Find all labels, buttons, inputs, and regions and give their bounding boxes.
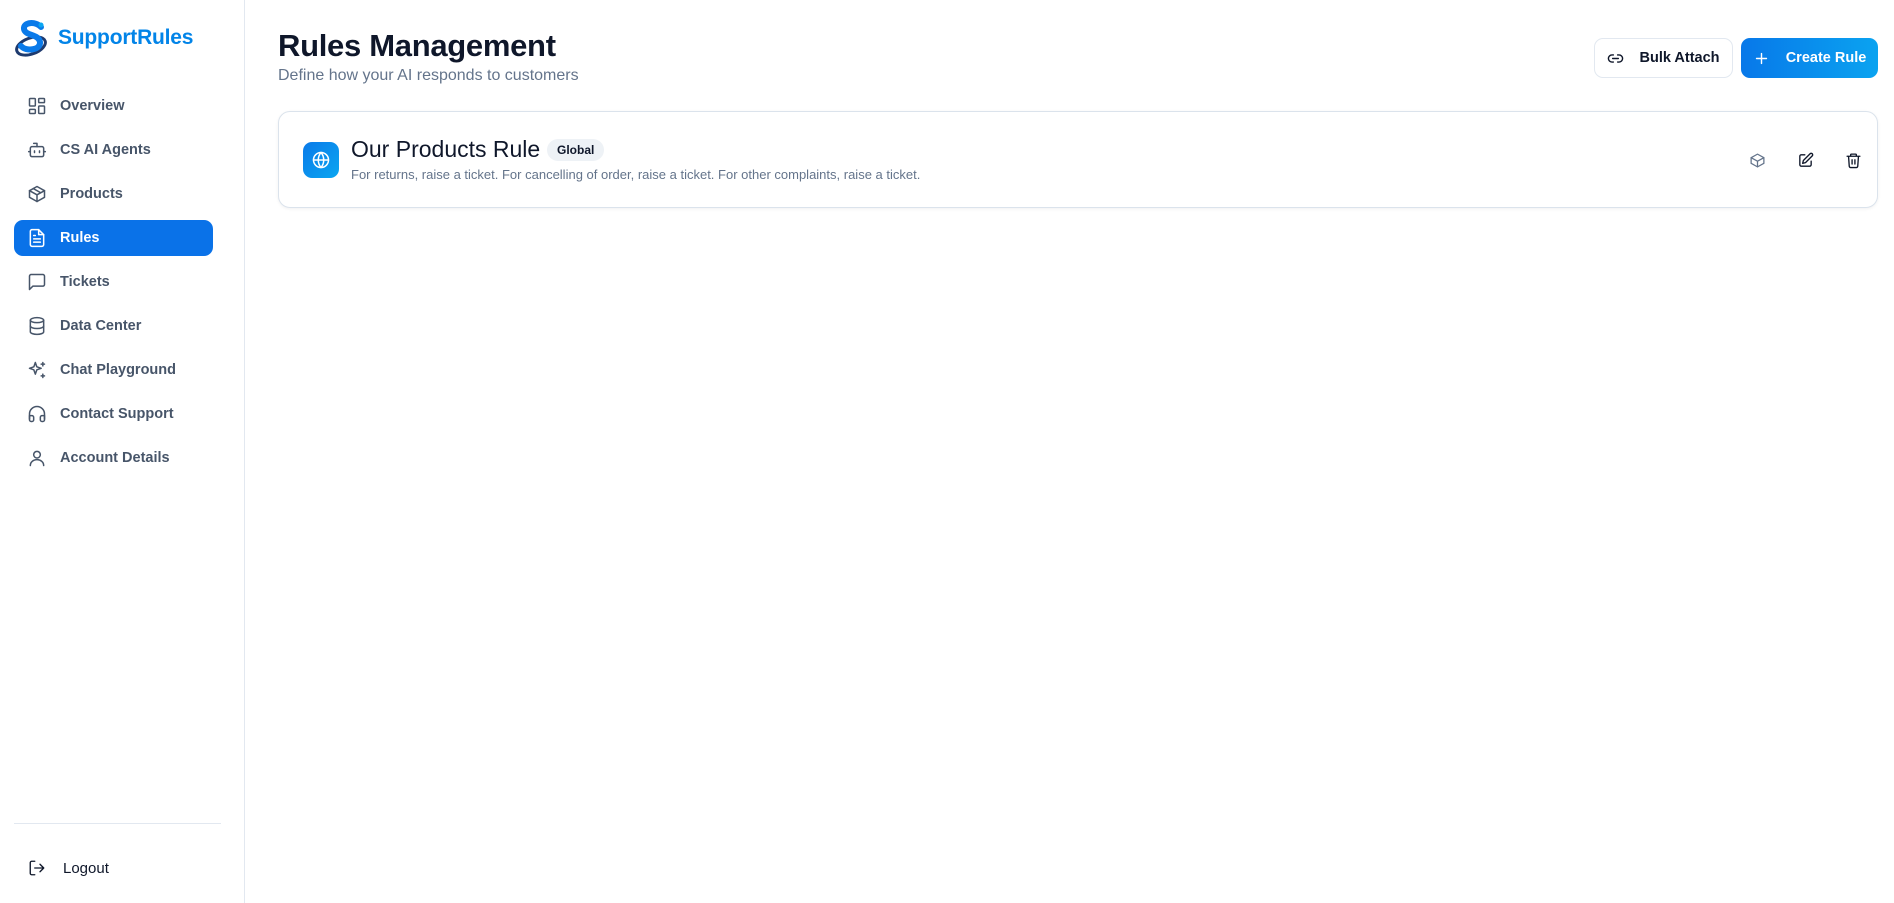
headphones-icon (28, 405, 46, 423)
brand-name: SupportRules (58, 26, 194, 49)
create-rule-label: Create Rule (1785, 50, 1867, 66)
logout-label: Logout (63, 859, 109, 877)
user-icon (29, 450, 45, 467)
link-icon (1608, 53, 1624, 63)
file-text-icon (29, 228, 45, 248)
supportrules-logo-icon (15, 20, 47, 57)
create-rule-button[interactable]: Create Rule (1741, 38, 1878, 78)
edit-icon (1798, 152, 1813, 167)
box-icon (28, 185, 46, 203)
delete-rule-button[interactable] (1829, 146, 1877, 174)
rule-title: Our Products Rule (351, 136, 541, 162)
rule-type-badge (303, 142, 339, 178)
attach-products-button[interactable] (1733, 146, 1781, 174)
sidebar: SupportRules Overview CS AI Agents Produ… (0, 0, 245, 903)
sparkles-icon (28, 361, 46, 379)
bulk-attach-label: Bulk Attach (1639, 50, 1720, 66)
rule-actions (1733, 146, 1877, 174)
page-title: Rules Management (278, 28, 556, 63)
bulk-attach-button[interactable]: Bulk Attach (1594, 38, 1733, 78)
sidebar-item-rules[interactable]: Rules (14, 220, 213, 256)
globe-icon (312, 151, 330, 169)
sidebar-item-label: Rules (60, 230, 100, 246)
sidebar-item-label: CS AI Agents (60, 142, 151, 158)
sidebar-item-chat-playground[interactable]: Chat Playground (14, 352, 213, 388)
layout-grid-icon (28, 97, 46, 115)
sidebar-item-cs-ai-agents[interactable]: CS AI Agents (14, 132, 213, 168)
sidebar-item-label: Account Details (60, 450, 170, 466)
sidebar-item-products[interactable]: Products (14, 176, 213, 212)
trash-icon (1845, 152, 1861, 168)
bot-icon (27, 142, 47, 158)
brand[interactable]: SupportRules (14, 18, 193, 58)
page-subtitle: Define how your AI responds to customers (278, 67, 579, 84)
rule-card[interactable]: Our Products Rule Global For returns, ra… (278, 111, 1878, 208)
sidebar-item-label: Tickets (60, 274, 110, 290)
sidebar-item-label: Chat Playground (60, 362, 177, 378)
sidebar-item-tickets[interactable]: Tickets (14, 264, 213, 300)
sidebar-item-data-center[interactable]: Data Center (14, 308, 213, 344)
plus-icon (1755, 52, 1767, 64)
sidebar-nav: Overview CS AI Agents Products Rules Tic… (14, 88, 213, 484)
message-square-icon (28, 273, 46, 291)
sidebar-item-contact-support[interactable]: Contact Support (14, 396, 213, 432)
sidebar-item-label: Overview (60, 98, 125, 114)
sidebar-item-overview[interactable]: Overview (14, 88, 213, 124)
sidebar-item-account-details[interactable]: Account Details (14, 440, 213, 476)
log-out-icon (29, 860, 45, 876)
edit-rule-button[interactable] (1781, 146, 1829, 174)
sidebar-divider (14, 823, 221, 824)
products-icon (1749, 152, 1765, 168)
rule-scope-badge: Global (547, 139, 605, 161)
sidebar-item-label: Products (60, 186, 123, 202)
database-icon (29, 316, 45, 336)
logout-button[interactable]: Logout (14, 851, 109, 885)
sidebar-item-label: Contact Support (60, 406, 174, 422)
sidebar-item-label: Data Center (60, 318, 142, 334)
rule-description: For returns, raise a ticket. For cancell… (351, 167, 921, 182)
